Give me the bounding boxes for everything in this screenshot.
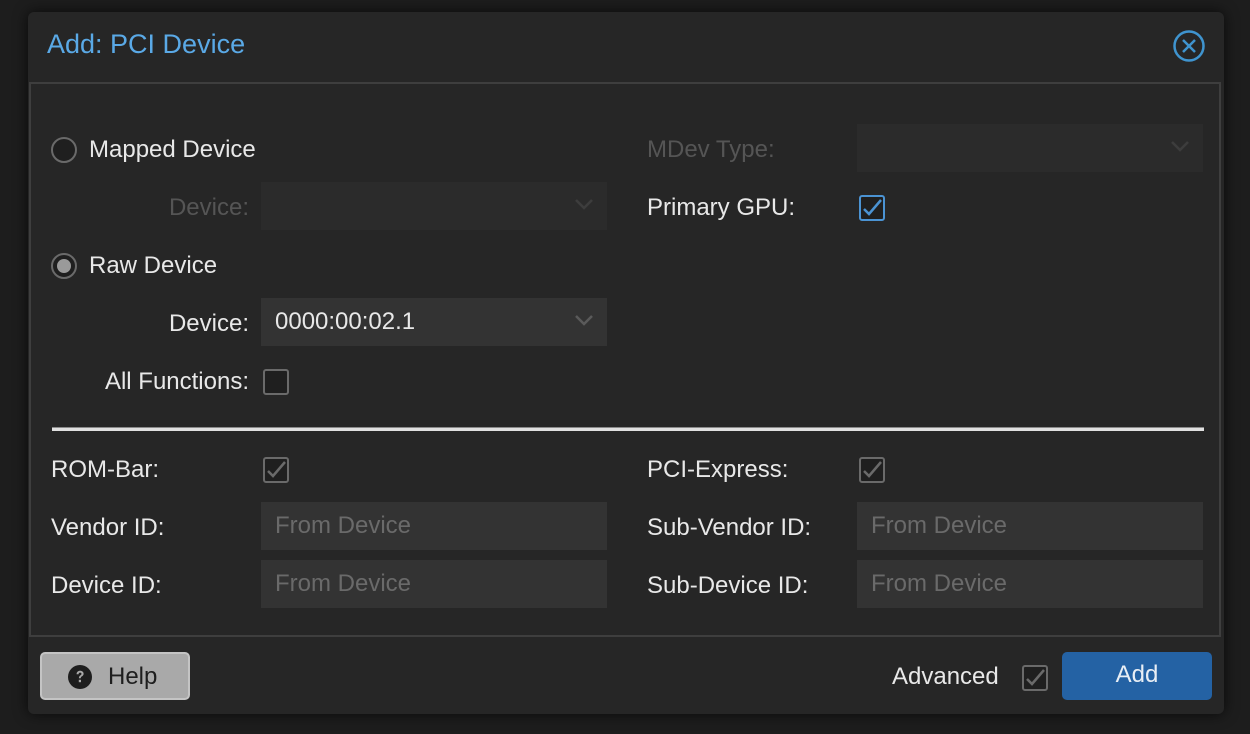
dialog-body: Mapped Device Device: Raw Device Device:… <box>29 82 1221 637</box>
close-button[interactable] <box>1173 30 1205 62</box>
dialog-title: Add: PCI Device <box>47 29 246 59</box>
question-circle-icon <box>68 665 92 689</box>
mdev-type-label: MDev Type: <box>647 136 775 163</box>
mapped-device-select[interactable] <box>261 182 607 230</box>
primary-gpu-label: Primary GPU: <box>647 194 796 221</box>
dialog-titlebar: Add: PCI Device <box>28 12 1224 82</box>
primary-gpu-checkbox[interactable] <box>859 195 885 221</box>
chevron-down-icon <box>575 199 593 210</box>
device-id-placeholder: From Device <box>275 570 412 597</box>
advanced-separator <box>52 427 1204 431</box>
raw-device-select-value: 0000:00:02.1 <box>275 308 416 335</box>
add-button[interactable]: Add <box>1062 652 1212 700</box>
pci-express-checkbox[interactable] <box>859 457 885 483</box>
chevron-down-icon <box>575 315 593 326</box>
device-id-label: Device ID: <box>51 572 162 599</box>
sub-vendor-id-placeholder: From Device <box>871 512 1008 539</box>
mdev-type-select[interactable] <box>857 124 1203 172</box>
rom-bar-label: ROM-Bar: <box>51 456 159 483</box>
add-button-label: Add <box>1115 661 1159 688</box>
help-button-label: Help <box>108 663 158 690</box>
raw-device-select-label: Device: <box>168 310 249 337</box>
advanced-label: Advanced <box>892 663 999 690</box>
vendor-id-label: Vendor ID: <box>51 514 165 541</box>
raw-device-select[interactable]: 0000:00:02.1 <box>261 298 607 346</box>
mapped-device-label: Mapped Device <box>89 136 256 163</box>
rom-bar-checkbox[interactable] <box>263 457 289 483</box>
sub-device-id-label: Sub-Device ID: <box>647 572 809 599</box>
all-functions-label: All Functions: <box>104 368 249 395</box>
add-pci-device-dialog: Add: PCI Device Mapped Device Device: Ra… <box>28 12 1224 714</box>
close-circle-icon <box>1173 30 1205 62</box>
raw-device-label: Raw Device <box>89 252 218 279</box>
sub-vendor-id-label: Sub-Vendor ID: <box>647 514 812 541</box>
chevron-down-icon <box>1171 141 1189 152</box>
help-button[interactable]: Help <box>40 652 190 700</box>
all-functions-checkbox[interactable] <box>263 369 289 395</box>
vendor-id-placeholder: From Device <box>275 512 412 539</box>
mapped-device-radio[interactable] <box>51 137 77 163</box>
sub-device-id-placeholder: From Device <box>871 570 1008 597</box>
mapped-device-select-label: Device: <box>168 194 249 221</box>
sub-device-id-input[interactable]: From Device <box>857 560 1203 608</box>
raw-device-radio[interactable] <box>51 253 77 279</box>
device-id-input[interactable]: From Device <box>261 560 607 608</box>
vendor-id-input[interactable]: From Device <box>261 502 607 550</box>
advanced-checkbox[interactable] <box>1022 665 1048 691</box>
sub-vendor-id-input[interactable]: From Device <box>857 502 1203 550</box>
pci-express-label: PCI-Express: <box>647 456 789 483</box>
